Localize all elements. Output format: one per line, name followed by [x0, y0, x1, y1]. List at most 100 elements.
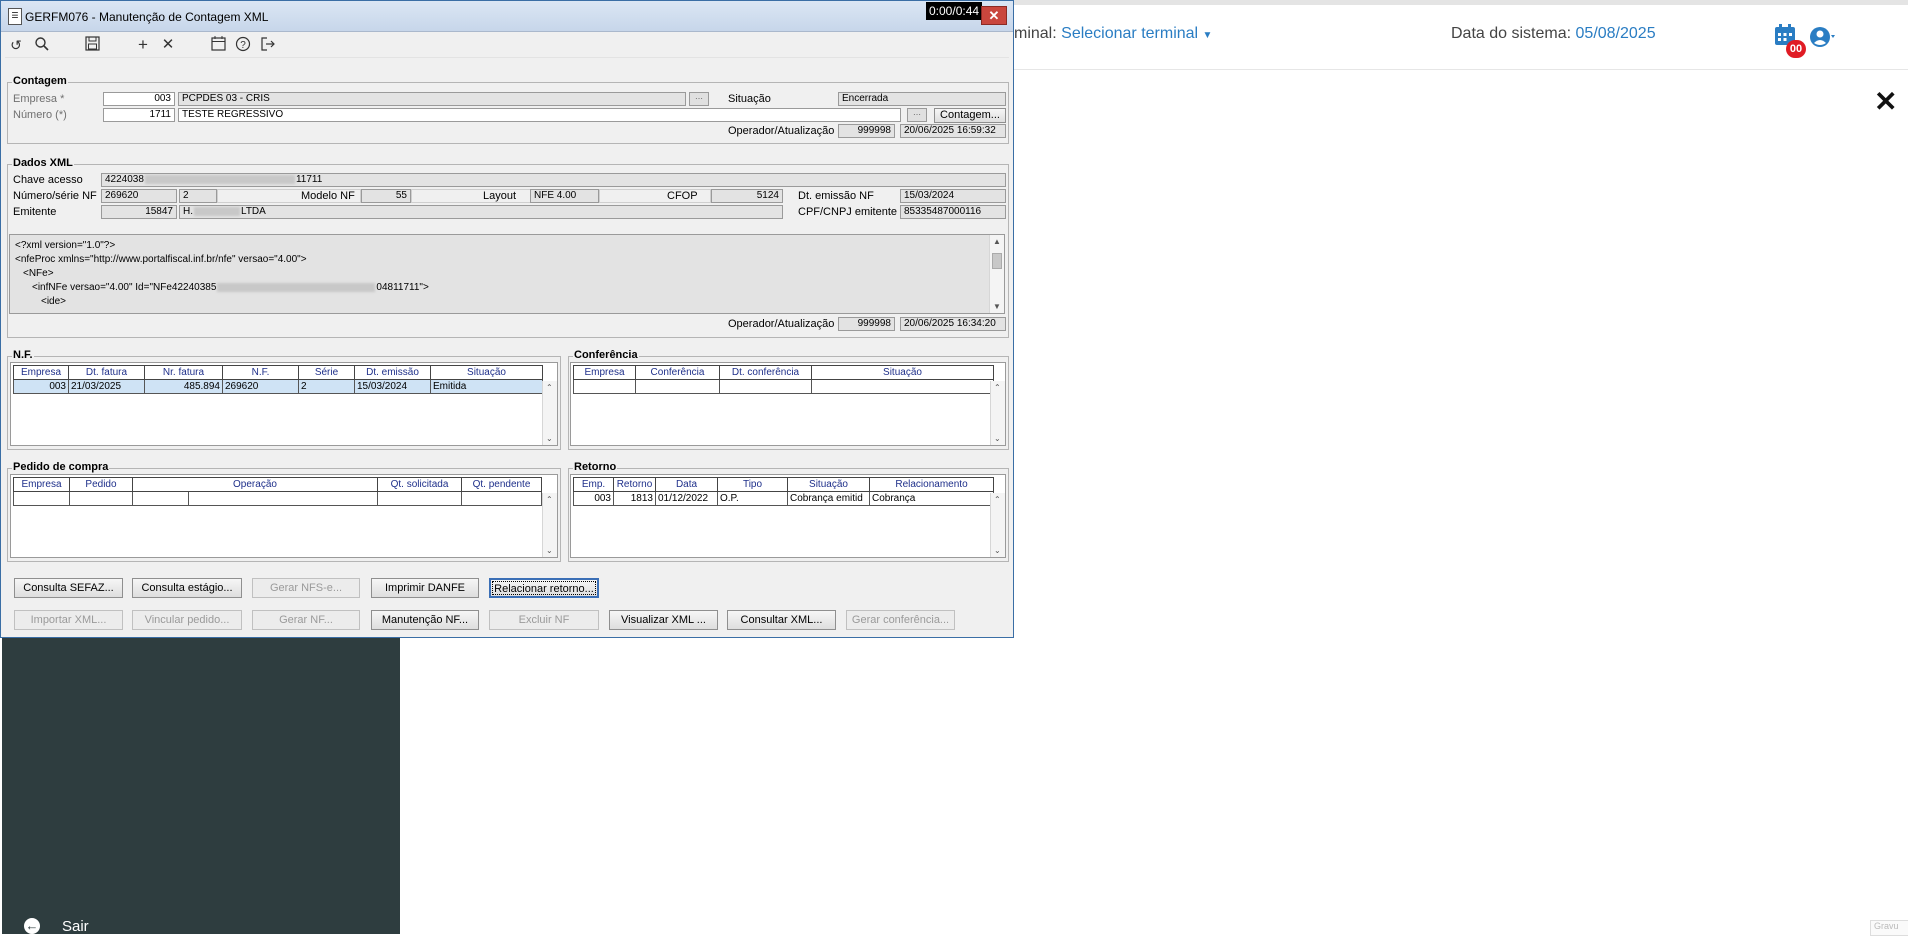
- terminal-link[interactable]: Selecionar terminal: [1061, 25, 1198, 42]
- add-icon[interactable]: +: [134, 36, 152, 54]
- retorno-col-data[interactable]: Data: [655, 477, 718, 492]
- gerar-nfse-button[interactable]: Gerar NFS-e...: [252, 578, 360, 598]
- window-titlebar[interactable]: ☰ GERFM076 - Manutenção de Contagem XML …: [1, 1, 1013, 32]
- table-cell[interactable]: 2: [298, 379, 355, 394]
- table-cell[interactable]: 485.894: [144, 379, 223, 394]
- calendar-small-icon[interactable]: [209, 36, 227, 54]
- table-cell[interactable]: 269620: [222, 379, 299, 394]
- table-cell[interactable]: Cobrança emitid: [787, 491, 870, 506]
- xml-scrollbar[interactable]: ▲ ▼: [989, 235, 1004, 313]
- table-cell[interactable]: [377, 491, 462, 506]
- scroll-up-icon[interactable]: ⌃: [994, 383, 1001, 392]
- empresa-code-field[interactable]: 003: [103, 92, 175, 106]
- logout-link[interactable]: Sair: [62, 918, 89, 935]
- retorno-col-tipo[interactable]: Tipo: [717, 477, 788, 492]
- nf-col-nr-fatura[interactable]: Nr. fatura: [144, 365, 223, 380]
- scroll-down-icon[interactable]: ⌄: [994, 434, 1001, 443]
- help-icon[interactable]: ?: [234, 36, 252, 54]
- table-row[interactable]: [13, 491, 542, 506]
- table-cell[interactable]: 003: [13, 379, 69, 394]
- consulta-sefaz-button[interactable]: Consulta SEFAZ...: [14, 578, 123, 598]
- visualizar-xml-button[interactable]: Visualizar XML ...: [609, 610, 718, 630]
- retorno-col-retorno[interactable]: Retorno: [613, 477, 656, 492]
- logout-icon[interactable]: ←: [24, 918, 40, 934]
- conferencia-scrollbar[interactable]: ⌃ ⌄: [990, 381, 1005, 445]
- scroll-down-icon[interactable]: ⌄: [994, 546, 1001, 555]
- nf-col-nf[interactable]: N.F.: [222, 365, 299, 380]
- conferencia-col-dt-conferencia[interactable]: Dt. conferência: [719, 365, 812, 380]
- pedido-col-empresa[interactable]: Empresa: [13, 477, 70, 492]
- conferencia-col-empresa[interactable]: Empresa: [573, 365, 636, 380]
- table-row[interactable]: 003 21/03/2025 485.894 269620 2 15/03/20…: [13, 379, 543, 394]
- delete-icon[interactable]: ✕: [159, 36, 177, 54]
- table-cell[interactable]: [13, 491, 70, 506]
- terminal-selector[interactable]: minal: Selecionar terminal ▼: [1014, 25, 1212, 43]
- relacionar-retorno-button[interactable]: Relacionar retorno...: [489, 578, 599, 598]
- pedido-grid[interactable]: Empresa Pedido Operação Qt. solicitada Q…: [10, 474, 558, 558]
- imprimir-danfe-button[interactable]: Imprimir DANFE: [371, 578, 479, 598]
- exit-icon[interactable]: [259, 36, 277, 54]
- nf-scrollbar[interactable]: ⌃ ⌄: [542, 381, 557, 445]
- consultar-xml-button[interactable]: Consultar XML...: [727, 610, 836, 630]
- user-avatar-icon[interactable]: [1810, 26, 1836, 48]
- pedido-col-qt-pendente[interactable]: Qt. pendente: [461, 477, 542, 492]
- table-row[interactable]: 003 1813 01/12/2022 O.P. Cobrança emitid…: [573, 491, 994, 506]
- nf-col-dt-fatura[interactable]: Dt. fatura: [68, 365, 145, 380]
- table-cell[interactable]: [69, 491, 133, 506]
- scroll-up-icon[interactable]: ⌃: [546, 383, 553, 392]
- table-cell[interactable]: [719, 379, 812, 394]
- undo-icon[interactable]: ↺: [7, 36, 25, 54]
- table-cell[interactable]: 1813: [613, 491, 656, 506]
- retorno-grid[interactable]: Emp. Retorno Data Tipo Situação Relacion…: [570, 474, 1006, 558]
- table-cell[interactable]: O.P.: [717, 491, 788, 506]
- nf-col-empresa[interactable]: Empresa: [13, 365, 69, 380]
- manutencao-nf-button[interactable]: Manutenção NF...: [371, 610, 479, 630]
- nf-grid[interactable]: Empresa Dt. fatura Nr. fatura N.F. Série…: [10, 362, 558, 446]
- table-cell[interactable]: [573, 379, 636, 394]
- table-cell[interactable]: 21/03/2025: [68, 379, 145, 394]
- scroll-up-icon[interactable]: ⌃: [994, 495, 1001, 504]
- vincular-pedido-button[interactable]: Vincular pedido...: [132, 610, 242, 630]
- excluir-nf-button[interactable]: Excluir NF: [489, 610, 599, 630]
- numero-description-field[interactable]: TESTE REGRESSIVO: [178, 108, 901, 122]
- scroll-up-icon[interactable]: ⌃: [546, 495, 553, 504]
- retorno-col-emp[interactable]: Emp.: [573, 477, 614, 492]
- scroll-thumb[interactable]: [992, 253, 1002, 269]
- conferencia-col-situacao[interactable]: Situação: [811, 365, 994, 380]
- empresa-lookup-button[interactable]: ⋯: [689, 92, 709, 106]
- table-cell[interactable]: 15/03/2024: [354, 379, 431, 394]
- table-cell[interactable]: 003: [573, 491, 614, 506]
- numero-lookup-button[interactable]: ⋯: [907, 108, 927, 122]
- contagem-button[interactable]: Contagem...: [934, 108, 1006, 123]
- scroll-down-icon[interactable]: ▼: [993, 302, 1001, 311]
- nf-col-situacao[interactable]: Situação: [430, 365, 543, 380]
- caret-down-icon[interactable]: ▼: [1203, 30, 1213, 41]
- nf-col-serie[interactable]: Série: [298, 365, 355, 380]
- table-cell[interactable]: Cobrança: [869, 491, 994, 506]
- retorno-col-relacionamento[interactable]: Relacionamento: [869, 477, 994, 492]
- table-cell[interactable]: [132, 491, 378, 506]
- retorno-scrollbar[interactable]: ⌃ ⌄: [990, 493, 1005, 557]
- table-cell[interactable]: [811, 379, 994, 394]
- conferencia-col-conferencia[interactable]: Conferência: [635, 365, 720, 380]
- numero-field[interactable]: 1711: [103, 108, 175, 122]
- search-icon[interactable]: [33, 36, 51, 54]
- importar-xml-button[interactable]: Importar XML...: [14, 610, 123, 630]
- gerar-conferencia-button[interactable]: Gerar conferência...: [846, 610, 955, 630]
- pedido-col-operacao[interactable]: Operação: [132, 477, 378, 492]
- table-cell[interactable]: 01/12/2022: [655, 491, 718, 506]
- scroll-up-icon[interactable]: ▲: [993, 237, 1001, 246]
- xml-content-area[interactable]: <?xml version="1.0"?> <nfeProc xmlns="ht…: [9, 234, 1005, 314]
- scroll-down-icon[interactable]: ⌄: [546, 434, 553, 443]
- pedido-col-qt-solicitada[interactable]: Qt. solicitada: [377, 477, 462, 492]
- window-close-button[interactable]: ✕: [981, 6, 1007, 25]
- nf-col-dt-emissao[interactable]: Dt. emissão: [354, 365, 431, 380]
- conferencia-grid[interactable]: Empresa Conferência Dt. conferência Situ…: [570, 362, 1006, 446]
- pedido-scrollbar[interactable]: ⌃ ⌄: [542, 493, 557, 557]
- consulta-estagio-button[interactable]: Consulta estágio...: [132, 578, 242, 598]
- table-cell[interactable]: Emitida: [430, 379, 543, 394]
- gerar-nf-button[interactable]: Gerar NF...: [252, 610, 360, 630]
- table-cell[interactable]: [461, 491, 542, 506]
- close-icon[interactable]: ✕: [1874, 88, 1897, 116]
- table-cell[interactable]: [635, 379, 720, 394]
